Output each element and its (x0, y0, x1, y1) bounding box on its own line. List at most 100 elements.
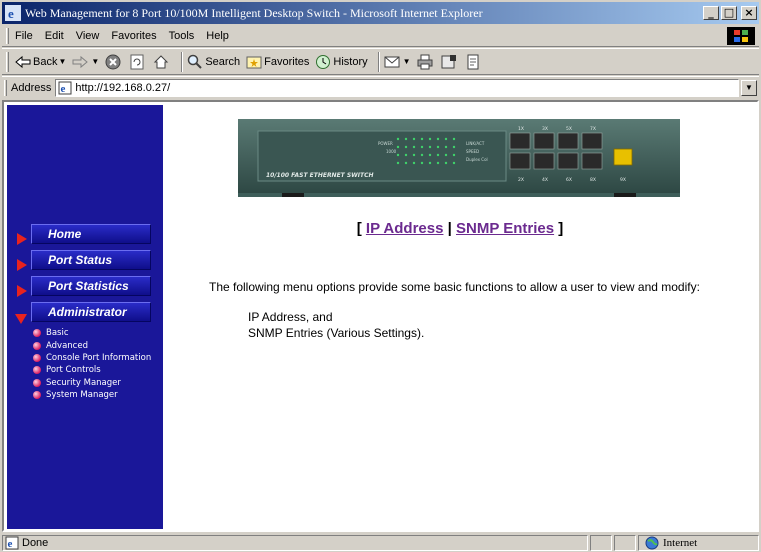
forward-arrow-icon (72, 55, 89, 68)
menu-tools[interactable]: Tools (169, 30, 195, 42)
toolbar-separator (181, 51, 184, 72)
discuss-icon (467, 54, 479, 69)
options-list: IP Address, and SNMP Entries (Various Se… (248, 309, 424, 341)
submenu-port-controls-label: Port Controls (46, 365, 101, 376)
bullet-icon (33, 366, 41, 375)
bracket-close: ] (558, 220, 564, 237)
edit-icon (441, 54, 456, 68)
menubar-grip[interactable] (6, 27, 9, 44)
bullet-icon (33, 378, 41, 387)
device-indicator-link: LINK/ACT (466, 141, 485, 146)
mail-button[interactable]: ▼ (384, 55, 411, 69)
nav-administrator-bar[interactable]: Administrator (31, 302, 151, 322)
browser-window: e Web Management for 8 Port 10/100M Inte… (0, 0, 761, 552)
toolbar-separator (377, 51, 380, 72)
search-icon (188, 54, 203, 69)
search-button[interactable]: Search (187, 54, 240, 70)
submenu-advanced[interactable]: Advanced (33, 339, 151, 351)
discuss-button[interactable] (465, 54, 483, 70)
nav-home-bar[interactable]: Home (31, 224, 151, 244)
svg-text:e: e (8, 6, 14, 21)
arrow-right-icon (17, 285, 27, 297)
title-bar[interactable]: e Web Management for 8 Port 10/100M Inte… (2, 2, 759, 24)
mail-icon (384, 56, 400, 67)
bracket-open: [ (356, 220, 362, 237)
menu-file[interactable]: File (15, 30, 33, 42)
menu-edit[interactable]: Edit (45, 30, 64, 42)
toolbar-grip[interactable] (6, 51, 9, 72)
nav-port-statistics-bar[interactable]: Port Statistics (31, 276, 151, 296)
nav-administrator-label: Administrator (48, 305, 127, 319)
forward-dropdown-icon[interactable]: ▼ (91, 57, 99, 66)
menu-view[interactable]: View (76, 30, 100, 42)
window-title: Web Management for 8 Port 10/100M Intell… (25, 5, 483, 20)
internet-globe-icon (645, 536, 659, 550)
address-input[interactable]: e http://192.168.0.27/ (55, 78, 739, 97)
history-button[interactable]: History (315, 54, 368, 70)
page-done-icon: e (5, 536, 19, 550)
sidebar: Home Port Status Port Statistics Adminis… (7, 105, 163, 529)
favorites-button[interactable]: Favorites (246, 54, 309, 70)
bullet-icon (33, 391, 41, 400)
switch-front-panel-image: 10/100 FAST ETHERNET SWITCH POWER 1000 L… (238, 119, 680, 197)
nav-port-statistics[interactable]: Port Statistics (7, 276, 157, 298)
edit-button[interactable] (441, 54, 459, 70)
favorites-icon (246, 56, 262, 68)
svg-text:8X: 8X (590, 177, 596, 183)
back-button[interactable]: Back ▼ (15, 55, 66, 69)
description-text: The following menu options provide some … (209, 280, 700, 294)
svg-text:7X: 7X (590, 126, 596, 132)
address-label: Address (11, 81, 52, 94)
submenu-console-port-information[interactable]: Console Port Information (33, 352, 151, 364)
home-button[interactable] (153, 54, 171, 70)
close-button[interactable]: × (741, 6, 757, 20)
status-pane (614, 535, 636, 551)
submenu-security-manager-label: Security Manager (46, 377, 121, 388)
history-icon (316, 54, 331, 69)
refresh-button[interactable] (129, 54, 147, 70)
status-pane (590, 535, 612, 551)
minimize-button[interactable]: _ (703, 6, 719, 20)
back-dropdown-icon[interactable]: ▼ (58, 57, 66, 66)
addressbar-grip[interactable] (4, 79, 7, 96)
device-uplink-port (613, 148, 633, 166)
search-label: Search (205, 55, 241, 68)
svg-text:e: e (8, 538, 13, 550)
nav-home[interactable]: Home (7, 224, 157, 246)
snmp-entries-link[interactable]: SNMP Entries (456, 220, 554, 237)
svg-text:9X: 9X (620, 177, 626, 183)
menu-help[interactable]: Help (206, 30, 229, 42)
submenu-system-manager[interactable]: System Manager (33, 389, 151, 401)
address-bar: Address e http://192.168.0.27/ ▼ (2, 76, 759, 98)
status-message: e Done (2, 535, 588, 551)
bullet-icon (33, 329, 41, 338)
mail-dropdown-icon[interactable]: ▼ (403, 57, 411, 66)
page-icon: e (58, 81, 72, 95)
back-arrow-icon (15, 55, 31, 68)
address-dropdown-icon[interactable]: ▼ (741, 79, 757, 96)
link-separator: | (447, 220, 452, 237)
stop-button[interactable] (105, 54, 123, 70)
history-label: History (333, 55, 368, 68)
submenu-security-manager[interactable]: Security Manager (33, 377, 151, 389)
stop-icon (105, 54, 121, 69)
arrow-right-icon (17, 233, 27, 245)
refresh-icon (130, 54, 144, 69)
submenu-console-port-information-label: Console Port Information (46, 352, 152, 363)
nav-port-status-bar[interactable]: Port Status (31, 250, 151, 270)
forward-button[interactable]: ▼ (72, 55, 99, 69)
maximize-button[interactable]: □ (721, 6, 737, 20)
option-ip-address: IP Address, and (248, 310, 333, 324)
option-snmp-entries: SNMP Entries (Various Settings). (248, 326, 425, 340)
nav-port-status-label: Port Status (48, 253, 113, 267)
nav-port-status[interactable]: Port Status (7, 250, 157, 272)
submenu-basic[interactable]: Basic (33, 327, 151, 339)
toolbar: Back ▼ ▼ Search Favorites History ▼ (2, 48, 759, 75)
menu-favorites[interactable]: Favorites (111, 30, 156, 42)
submenu-port-controls[interactable]: Port Controls (33, 364, 151, 376)
print-button[interactable] (417, 54, 435, 70)
nav-administrator[interactable]: Administrator (7, 302, 157, 324)
svg-text:3X: 3X (542, 126, 548, 132)
device-indicator-power: POWER (378, 141, 393, 146)
ip-address-link[interactable]: IP Address (366, 220, 444, 237)
